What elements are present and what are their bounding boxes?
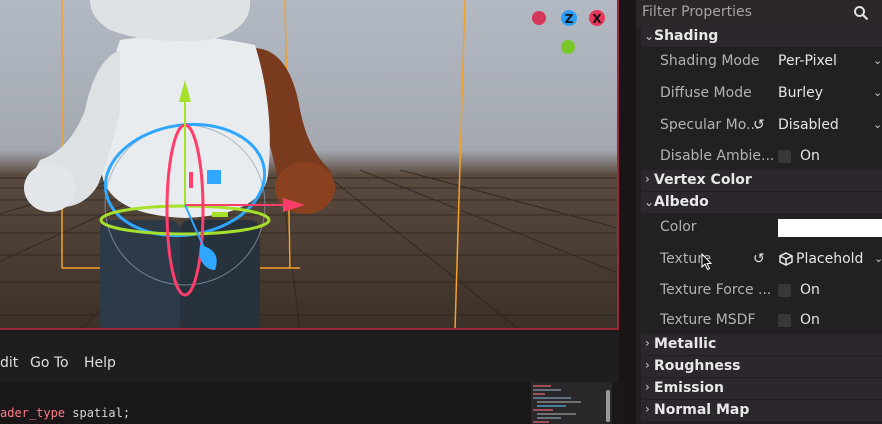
filter-placeholder: Filter Properties: [642, 4, 752, 20]
disable-ambient-on: On: [800, 148, 820, 164]
section-shading-label: Shading: [654, 28, 719, 44]
menu-go-to[interactable]: Go To: [30, 355, 69, 371]
disable-ambient-checkbox[interactable]: [778, 150, 791, 163]
diffuse-mode-dropdown[interactable]: Burley: [778, 85, 823, 101]
diffuse-mode-label: Diffuse Mode: [660, 85, 752, 101]
code-line[interactable]: ader_type spatial;: [0, 406, 130, 420]
menu-help[interactable]: Help: [84, 355, 116, 371]
section-roughness-label: Roughness: [654, 358, 741, 374]
minimap-scrollbar[interactable]: [606, 390, 610, 422]
color-label: Color: [660, 219, 697, 235]
3d-viewport[interactable]: Z X: [0, 0, 619, 330]
shading-mode-label: Shading Mode: [660, 53, 760, 69]
texture-force-label: Texture Force ...: [660, 282, 772, 298]
texture-force-checkbox[interactable]: [778, 284, 791, 297]
code-keyword: ader_type: [0, 406, 66, 420]
section-vertex-color-label: Vertex Color: [654, 172, 752, 188]
chevron-down-icon: ⌄: [644, 195, 655, 209]
search-icon[interactable]: [853, 5, 869, 21]
chevron-down-icon: ⌄: [873, 54, 882, 67]
section-albedo-label: Albedo: [654, 194, 709, 210]
texture-resource-picker[interactable]: Placehold: [796, 251, 863, 267]
texture-force-on: On: [800, 282, 820, 298]
chevron-down-icon: ⌄: [874, 252, 882, 265]
code-minimap[interactable]: [531, 382, 612, 424]
section-normal-map-label: Normal Map: [654, 402, 750, 418]
specular-mode-label: Specular Mo...: [660, 117, 760, 133]
chevron-right-icon: ›: [645, 172, 650, 186]
menu-edit[interactable]: dit: [0, 355, 18, 371]
texture-msdf-label: Texture MSDF: [660, 312, 756, 328]
mouse-cursor-icon: [701, 253, 713, 271]
character-head: [90, 0, 251, 42]
specular-mode-dropdown[interactable]: Disabled: [778, 117, 839, 133]
chevron-down-icon: ⌄: [644, 29, 655, 43]
shading-mode-dropdown[interactable]: Per-Pixel: [778, 53, 837, 69]
chevron-right-icon: ›: [645, 402, 650, 416]
axis-x-label: X: [592, 12, 602, 26]
orientation-gizmo: Z X: [532, 10, 605, 54]
editor-window: Z X dit Go To Help ader_type spatial; Fi…: [0, 0, 882, 424]
chevron-down-icon: ⌄: [873, 86, 882, 99]
albedo-color-picker[interactable]: [778, 219, 882, 237]
viewport-scene[interactable]: Z X: [0, 0, 619, 330]
texture-msdf-checkbox[interactable]: [778, 314, 791, 327]
revert-icon[interactable]: ↺: [753, 117, 765, 133]
chevron-right-icon: ›: [645, 380, 650, 394]
code-text: spatial;: [65, 406, 131, 420]
cube-icon: [779, 252, 793, 266]
section-emission-label: Emission: [654, 380, 724, 396]
texture-msdf-on: On: [800, 312, 820, 328]
disable-ambient-label: Disable Ambie...: [660, 148, 775, 164]
section-metallic-label: Metallic: [654, 336, 717, 352]
revert-icon[interactable]: ↺: [753, 251, 765, 267]
character-hand-left: [24, 164, 76, 212]
chevron-down-icon: ⌄: [873, 118, 882, 131]
axis-z-label: Z: [565, 12, 574, 26]
character-leg-right: [180, 220, 260, 328]
chevron-right-icon: ›: [645, 358, 650, 372]
chevron-right-icon: ›: [645, 336, 650, 350]
